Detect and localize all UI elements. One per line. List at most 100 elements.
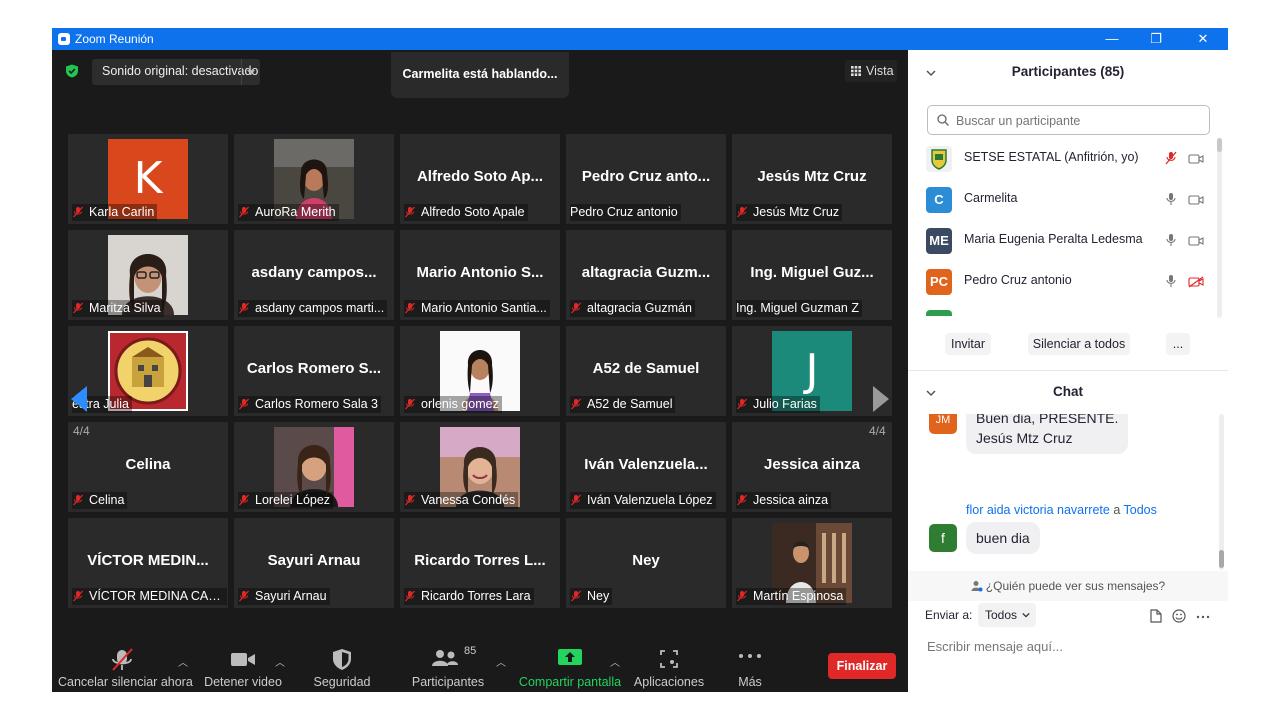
chat-recipient[interactable]: Todos [1124,503,1157,517]
security-button[interactable]: Seguridad [302,648,382,692]
participant-search-input[interactable] [954,111,1198,131]
participants-button[interactable]: 85 Participantes [402,645,494,692]
tile-display-name: Jesús Mtz Cruz [757,168,867,185]
participant-list: SETSE ESTATAL (Anfitrión, yo) C Carmelita M… [908,138,1218,316]
participant-list-scrollbar-thumb[interactable] [1217,138,1222,152]
original-sound-dropdown[interactable] [241,59,260,85]
encryption-shield-icon[interactable] [65,64,79,78]
video-tile[interactable]: K Karla Carlin [68,134,228,224]
chat-more-dots-icon[interactable] [1196,615,1210,619]
tile-name-label: Maritza Silva [72,300,164,317]
video-tile[interactable]: Martín Espinosa [732,518,892,608]
video-tile[interactable]: altagracia Guzm... altagracia Guzmán [566,230,726,320]
apps-label: Aplicaciones [633,675,705,689]
video-tile[interactable]: Ing. Miguel Guz... Ing. Miguel Guzman Z [732,230,892,320]
close-button[interactable]: ✕ [1183,29,1223,49]
tile-name-label: Karla Carlin [72,204,158,221]
video-tile[interactable]: Celina Celina [68,422,228,512]
video-icon[interactable] [1188,234,1204,246]
mic-muted-icon [238,494,250,506]
video-options-chevron-icon[interactable]: ︿ [275,654,285,669]
video-tile[interactable]: orlenis gomez [400,326,560,416]
mic-muted-icon [736,398,748,410]
mic-muted-icon [238,590,250,602]
mic-muted-icon [238,302,250,314]
audio-options-chevron-icon[interactable]: ︿ [178,654,188,669]
mic-muted-icon [112,648,133,671]
tile-display-name: Ing. Miguel Guz... [750,264,874,281]
mic-muted-icon [238,398,250,410]
tile-display-name: Pedro Cruz anto... [581,168,711,185]
previous-page-arrow-icon[interactable] [69,384,89,414]
video-tile[interactable]: VÍCTOR MEDIN... VÍCTOR MEDINA CAS... [68,518,228,608]
view-button[interactable]: Vista [845,60,897,82]
send-to-dropdown[interactable]: Todos [978,603,1036,627]
original-sound-button[interactable]: Sonido original: desactivado [92,59,260,85]
share-options-chevron-icon[interactable]: ︿ [610,654,620,669]
participant-search[interactable] [927,105,1210,135]
video-tile[interactable]: Lorelei López [234,422,394,512]
who-can-see-messages[interactable]: ¿Quién puede ver sus mensajes? [908,571,1228,601]
tile-name-text: Karla Carlin [89,205,155,219]
invite-button[interactable]: Invitar [945,333,991,355]
video-tile[interactable]: Alfredo Soto Ap... Alfredo Soto Apale [400,134,560,224]
mic-icon[interactable] [1164,233,1178,247]
end-meeting-button[interactable]: Finalizar [828,653,896,679]
video-tile[interactable]: A52 de Samuel A52 de Samuel [566,326,726,416]
tile-name-text: Carlos Romero Sala 3 [255,397,378,411]
video-tile[interactable]: Jessica ainza Jessica ainza [732,422,892,512]
emoji-icon[interactable] [1172,609,1186,623]
tile-name-text: Celina [89,493,125,507]
minimize-button[interactable]: — [1092,29,1132,49]
video-tile[interactable]: Maritza Silva [68,230,228,320]
send-to-label: Enviar a: [925,608,973,622]
video-tile[interactable]: Ricardo Torres L... Ricardo Torres Lara [400,518,560,608]
tile-name-label: Jesús Mtz Cruz [736,204,843,221]
mic-icon[interactable] [1164,192,1178,206]
participants-more-button[interactable]: ... [1166,333,1190,355]
participants-options-chevron-icon[interactable]: ︿ [496,654,506,669]
unmute-button[interactable]: Cancelar silenciar ahora [58,648,193,692]
video-tile[interactable]: Mario Antonio S... Mario Antonio Santia..… [400,230,560,320]
file-icon[interactable] [1150,609,1162,623]
chat-sender-name[interactable]: flor aida victoria navarrete [966,503,1110,517]
apps-button[interactable]: Aplicaciones [630,648,708,692]
participant-row[interactable]: C Carmelita [908,179,1218,219]
chat-scrollbar-thumb[interactable] [1219,550,1224,568]
side-panel: Participantes (85) SETSE ESTATAL (Anfitr… [908,50,1228,692]
mic-muted-icon [72,206,84,218]
mic-muted-icon [736,494,748,506]
participant-row-partial[interactable] [926,310,952,316]
video-tile[interactable]: Pedro Cruz anto... Pedro Cruz antonio [566,134,726,224]
video-tile[interactable]: Vanessa Condés [400,422,560,512]
video-icon[interactable] [1188,152,1204,164]
video-tile[interactable]: Jesús Mtz Cruz Jesús Mtz Cruz [732,134,892,224]
tile-name-label: Iván Valenzuela López [570,492,716,509]
grid-view-icon [851,66,861,76]
video-tile[interactable]: Ney Ney [566,518,726,608]
participant-row[interactable]: ME Maria Eugenia Peralta Ledesma [908,220,1218,260]
video-tile[interactable]: estra Julia [68,326,228,416]
tile-name-text: Maritza Silva [89,301,161,315]
participant-row[interactable]: PC Pedro Cruz antonio [908,261,1218,301]
mute-all-button[interactable]: Silenciar a todos [1028,333,1130,355]
participant-row[interactable]: SETSE ESTATAL (Anfitrión, yo) [908,138,1218,178]
next-page-arrow-icon[interactable] [871,384,891,414]
video-tile[interactable]: J Julio Farias [732,326,892,416]
video-tile[interactable]: Sayuri Arnau Sayuri Arnau [234,518,394,608]
mic-muted-icon [72,590,84,602]
more-button[interactable]: Más [722,648,778,692]
video-tile[interactable]: AuroRa Merith [234,134,394,224]
mic-icon[interactable] [1164,274,1178,288]
video-tile[interactable]: asdany campos... asdany campos marti... [234,230,394,320]
tile-display-name: Iván Valenzuela... [584,456,708,473]
chat-message-input[interactable] [925,635,1209,657]
video-off-icon[interactable] [1188,275,1204,288]
video-icon[interactable] [1188,193,1204,205]
tile-display-name: asdany campos... [251,264,377,281]
video-tile[interactable]: Carlos Romero S... Carlos Romero Sala 3 [234,326,394,416]
video-tile[interactable]: Iván Valenzuela... Iván Valenzuela López [566,422,726,512]
mic-muted-icon[interactable] [1164,151,1178,165]
restore-button[interactable]: ❐ [1136,29,1176,49]
share-screen-button[interactable]: Compartir pantalla [518,648,622,692]
